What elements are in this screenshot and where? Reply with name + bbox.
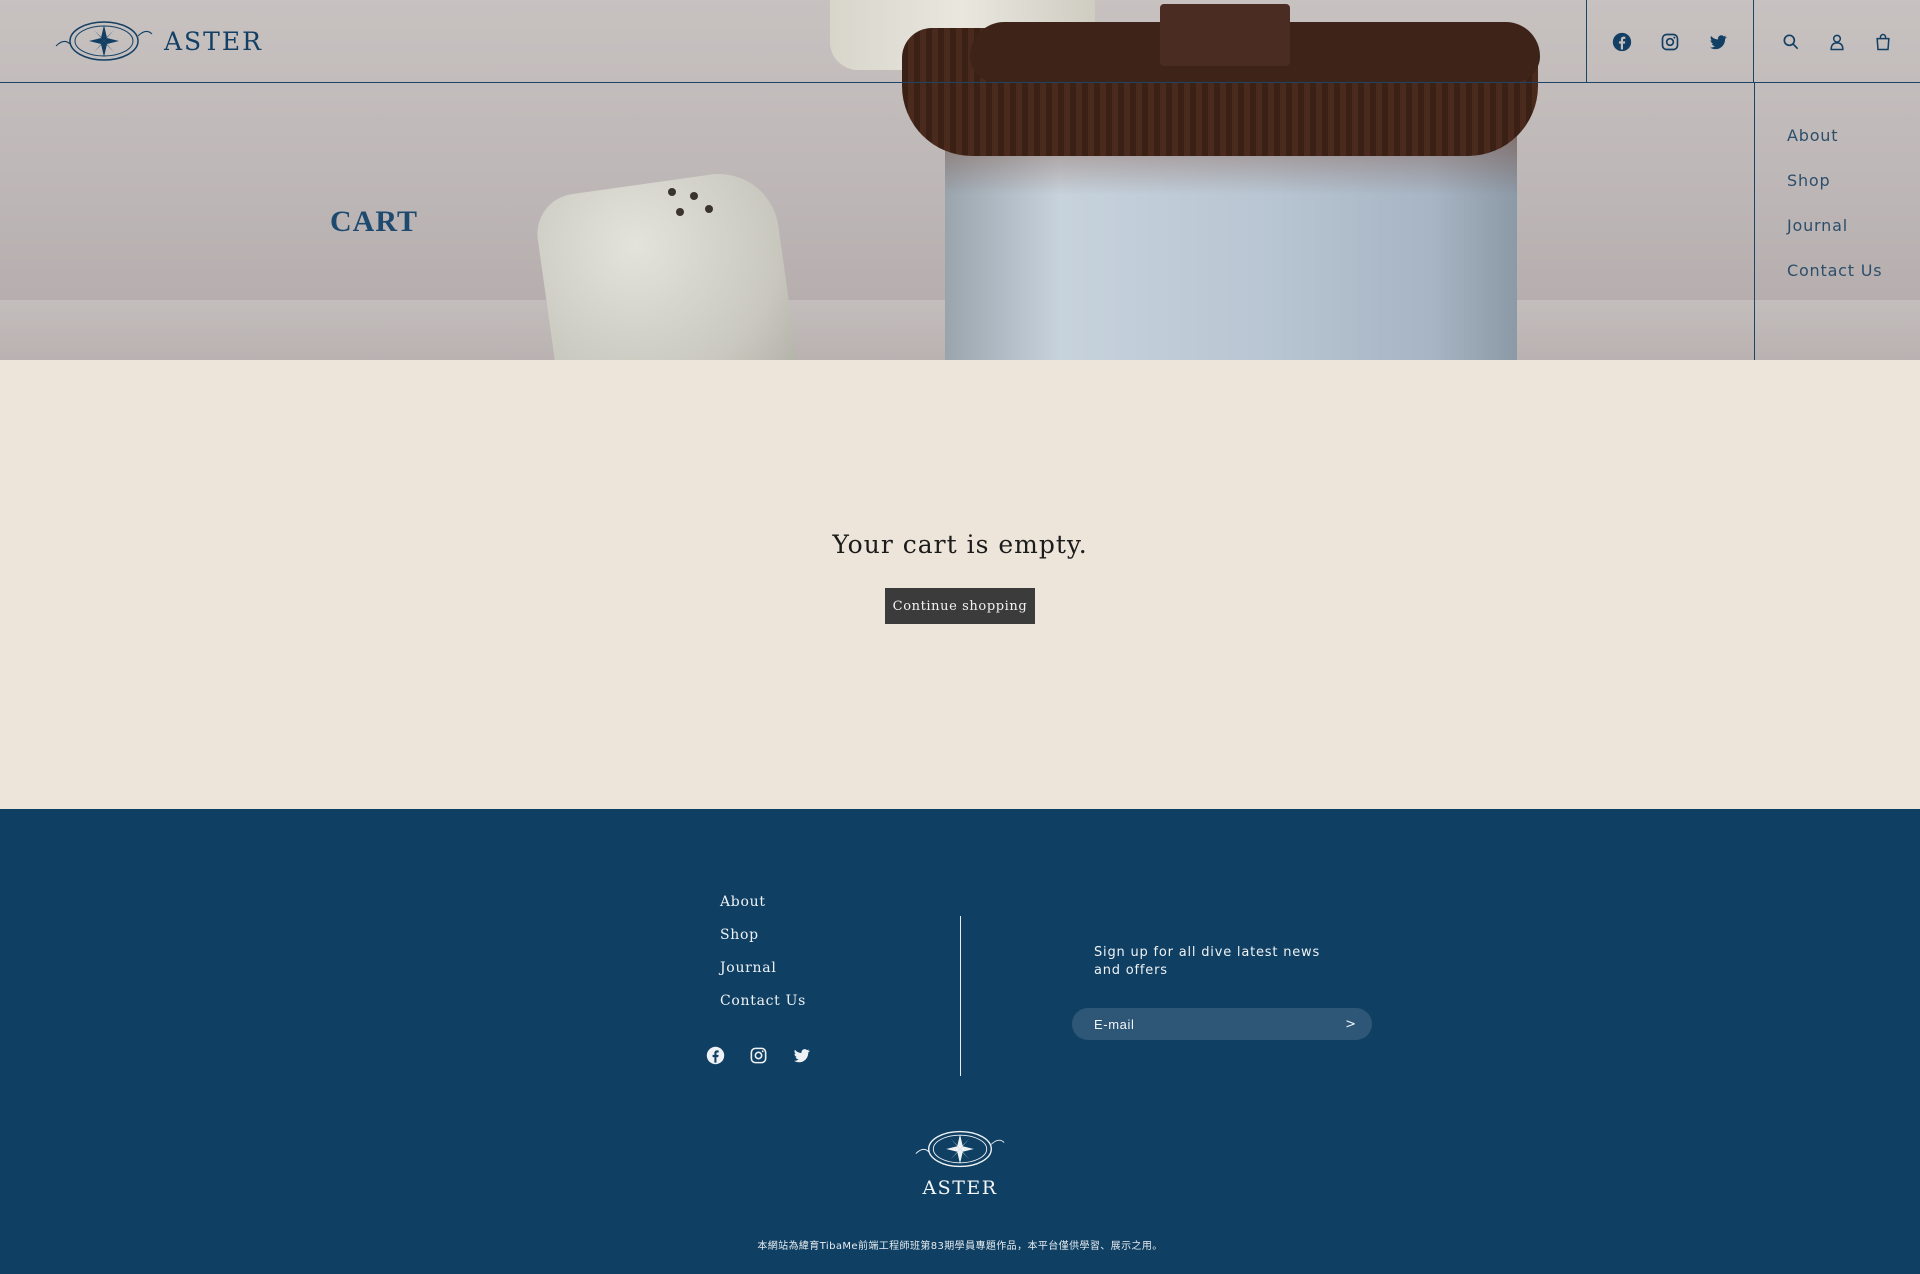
facebook-icon[interactable] — [704, 1044, 726, 1066]
nav-about-link[interactable]: About — [1787, 126, 1920, 171]
empty-cart-message: Your cart is empty. — [832, 530, 1088, 559]
facebook-icon[interactable] — [1611, 31, 1633, 53]
footer-disclaimer: 本網站為緯育TibaMe前端工程師班第83期學員專題作品，本平台僅供學習、展示之… — [757, 1241, 1163, 1252]
logo-link[interactable]: ASTER — [52, 16, 263, 66]
brand-name: ASTER — [164, 26, 263, 56]
newsletter-form: > — [1072, 1008, 1372, 1040]
instagram-icon[interactable] — [747, 1044, 769, 1066]
footer-divider — [960, 916, 961, 1076]
nav-shop-link[interactable]: Shop — [1787, 171, 1920, 216]
header-social-links — [1586, 0, 1754, 83]
speck — [705, 205, 713, 213]
instagram-icon[interactable] — [1659, 31, 1681, 53]
nav-contact-link[interactable]: Contact Us — [1787, 261, 1920, 306]
footer-journal-link[interactable]: Journal — [720, 960, 806, 993]
footer-brand-name: ASTER — [922, 1177, 998, 1199]
cart-icon[interactable] — [1872, 31, 1894, 53]
footer-logo: ASTER — [912, 1126, 1008, 1199]
speck — [690, 192, 698, 200]
hero-banner: ASTER About Shop Journal Contact Us CART — [0, 0, 1920, 360]
ceramic-shaker-image — [532, 166, 798, 360]
footer-social-links — [704, 1044, 812, 1066]
footer-contact-link[interactable]: Contact Us — [720, 993, 806, 1026]
submit-arrow-button[interactable]: > — [1345, 1017, 1356, 1032]
aster-logo-icon — [915, 1130, 1005, 1168]
footer-nav: About Shop Journal Contact Us — [720, 894, 806, 1026]
site-header: ASTER — [0, 0, 1920, 83]
aster-logo-icon — [55, 21, 153, 61]
newsletter-text: Sign up for all dive latest news and off… — [1094, 945, 1321, 978]
twitter-icon[interactable] — [790, 1044, 812, 1066]
speck — [668, 188, 676, 196]
footer-shop-link[interactable]: Shop — [720, 927, 806, 960]
nav-journal-link[interactable]: Journal — [1787, 216, 1920, 261]
cart-content: Your cart is empty. Continue shopping — [0, 360, 1920, 809]
site-footer: About Shop Journal Contact Us Sign up fo… — [0, 809, 1920, 1274]
header-tools — [1754, 0, 1920, 83]
email-field[interactable] — [1094, 1016, 1346, 1032]
side-nav: About Shop Journal Contact Us — [1754, 83, 1920, 360]
account-icon[interactable] — [1826, 31, 1848, 53]
search-icon[interactable] — [1780, 31, 1802, 53]
twitter-icon[interactable] — [1707, 31, 1729, 53]
footer-about-link[interactable]: About — [720, 894, 806, 927]
continue-shopping-button[interactable]: Continue shopping — [885, 588, 1035, 624]
page-title: CART — [330, 205, 418, 238]
speck — [676, 208, 684, 216]
